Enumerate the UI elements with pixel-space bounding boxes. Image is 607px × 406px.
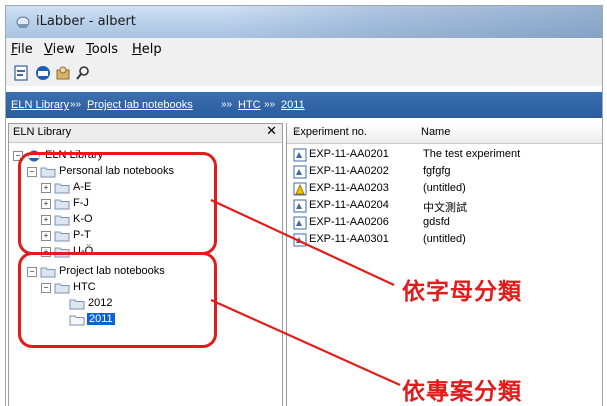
table-row[interactable]: EXP-11-AA0203 (untitled) — [287, 181, 602, 197]
close-icon[interactable]: ✕ — [266, 124, 277, 139]
table-row[interactable]: EXP-11-AA0202 fgfgfg — [287, 164, 602, 180]
experiment-name: The test experiment — [423, 148, 521, 160]
experiment-number: EXP-11-AA0204 — [309, 199, 389, 211]
experiment-name: (untitled) — [423, 182, 466, 194]
title-bar: iLabber - albert — [6, 6, 602, 38]
experiment-number: EXP-11-AA0203 — [309, 182, 389, 194]
table-row[interactable]: EXP-11-AA0301 (untitled) — [287, 232, 602, 248]
document-icon[interactable] — [12, 64, 30, 82]
breadcrumb-separator: »» — [70, 99, 82, 110]
breadcrumb-project-lab-notebooks[interactable]: Project lab notebooks — [87, 99, 193, 111]
experiment-name: gdsfd — [423, 216, 450, 228]
annotation-by-project: 依專案分類 — [402, 379, 522, 405]
menu-tools[interactable]: Tools — [86, 42, 118, 57]
pane-header: ELN Library ✕ — [9, 124, 282, 143]
menu-help[interactable]: Help — [132, 42, 162, 57]
doc-icon — [293, 165, 307, 179]
experiment-number: EXP-11-AA0301 — [309, 233, 389, 245]
table-row[interactable]: EXP-11-AA0204 中文測試 — [287, 198, 602, 214]
annotation-box-project — [18, 252, 217, 348]
experiment-name: (untitled) — [423, 233, 466, 245]
experiment-number: EXP-11-AA0202 — [309, 165, 389, 177]
user-icon[interactable] — [54, 64, 72, 82]
warning-doc-icon — [293, 182, 307, 196]
app-icon — [16, 16, 30, 28]
table-row[interactable]: EXP-11-AA0201 The test experiment — [287, 147, 602, 163]
column-header-name[interactable]: Name — [415, 123, 602, 144]
annotation-box-personal — [18, 152, 217, 255]
sort-icon: ∨ — [293, 126, 300, 136]
experiment-number: EXP-11-AA0201 — [309, 148, 389, 160]
annotation-by-letter: 依字母分類 — [402, 279, 522, 305]
experiment-number: EXP-11-AA0206 — [309, 216, 389, 228]
toolbar — [6, 60, 602, 86]
doc-icon — [293, 216, 307, 230]
breadcrumb-htc[interactable]: HTC — [238, 99, 261, 111]
breadcrumb-separator: »» — [264, 99, 276, 110]
doc-icon — [293, 199, 307, 213]
breadcrumb-2011[interactable]: 2011 — [281, 99, 305, 111]
column-header-experiment-no[interactable]: Experiment no. ∨ — [287, 123, 416, 144]
doc-icon — [293, 148, 307, 162]
menu-file[interactable]: File — [11, 42, 33, 57]
experiment-name: 中文測試 — [423, 202, 467, 214]
search-icon[interactable] — [74, 64, 92, 82]
table-row[interactable]: EXP-11-AA0206 gdsfd — [287, 215, 602, 231]
pane-title: ELN Library — [13, 126, 72, 138]
column-header-label: Name — [421, 126, 451, 138]
experiment-list-pane: Experiment no. ∨ Name EXP-11-AA0201 The … — [286, 123, 602, 406]
breadcrumb: ELN Library »» Project lab notebooks »» … — [6, 92, 602, 118]
doc-icon — [293, 233, 307, 247]
library-icon[interactable] — [34, 64, 52, 82]
breadcrumb-separator: »» — [221, 99, 233, 110]
menu-view[interactable]: View — [44, 42, 75, 57]
breadcrumb-eln-library[interactable]: ELN Library — [11, 99, 69, 111]
title-bar-blur — [226, 6, 602, 38]
window-title: iLabber - albert — [36, 14, 136, 29]
menu-bar: File View Tools Help — [6, 38, 602, 60]
experiment-name: fgfgfg — [423, 165, 451, 177]
